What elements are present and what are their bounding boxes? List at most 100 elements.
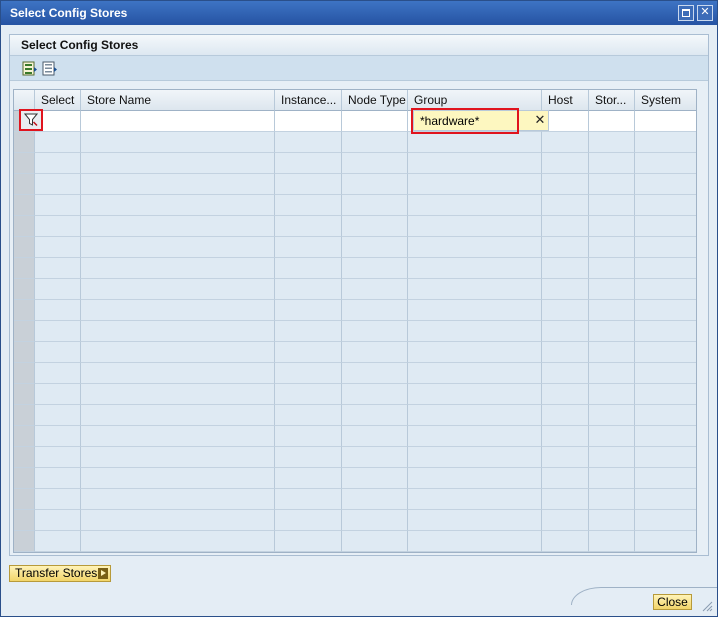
table-cell[interactable] (35, 195, 81, 216)
table-cell[interactable] (35, 153, 81, 174)
table-row[interactable] (14, 531, 696, 552)
table-cell[interactable] (35, 531, 81, 552)
table-cell[interactable] (635, 237, 696, 258)
table-cell[interactable] (342, 174, 408, 195)
table-cell[interactable] (542, 531, 589, 552)
row-selector[interactable] (14, 279, 35, 300)
table-cell[interactable] (81, 468, 275, 489)
table-cell[interactable] (81, 153, 275, 174)
table-cell[interactable] (542, 447, 589, 468)
table-cell[interactable] (81, 384, 275, 405)
table-cell[interactable] (81, 258, 275, 279)
table-row[interactable] (14, 426, 696, 447)
table-cell[interactable] (81, 174, 275, 195)
table-cell[interactable] (542, 510, 589, 531)
table-cell[interactable] (408, 468, 542, 489)
table-row[interactable] (14, 174, 696, 195)
column-header-instance[interactable]: Instance... (275, 90, 342, 111)
deselect-all-icon[interactable] (42, 61, 58, 76)
table-cell[interactable] (35, 363, 81, 384)
table-cell[interactable] (589, 531, 635, 552)
table-cell[interactable] (342, 237, 408, 258)
table-cell[interactable] (542, 468, 589, 489)
row-selector[interactable] (14, 216, 35, 237)
row-selector[interactable] (14, 447, 35, 468)
table-cell[interactable] (342, 531, 408, 552)
table-cell[interactable] (408, 342, 542, 363)
table-cell[interactable] (589, 426, 635, 447)
table-cell[interactable] (275, 468, 342, 489)
table-cell[interactable] (408, 510, 542, 531)
table-cell[interactable] (635, 468, 696, 489)
table-row[interactable] (14, 384, 696, 405)
table-cell[interactable] (81, 447, 275, 468)
table-row[interactable] (14, 216, 696, 237)
column-header-store[interactable]: Stor... (589, 90, 635, 111)
table-cell[interactable] (275, 489, 342, 510)
table-cell[interactable] (81, 195, 275, 216)
table-cell[interactable] (542, 237, 589, 258)
filter-store-name[interactable] (81, 111, 275, 132)
table-cell[interactable] (542, 258, 589, 279)
row-selector[interactable] (14, 174, 35, 195)
table-cell[interactable] (275, 216, 342, 237)
table-cell[interactable] (542, 342, 589, 363)
table-cell[interactable] (589, 174, 635, 195)
table-cell[interactable] (542, 321, 589, 342)
table-cell[interactable] (81, 300, 275, 321)
table-cell[interactable] (81, 279, 275, 300)
row-selector[interactable] (14, 258, 35, 279)
table-cell[interactable] (589, 153, 635, 174)
filter-system[interactable] (635, 111, 696, 132)
clear-filter-icon[interactable]: ✕ (533, 111, 547, 129)
table-cell[interactable] (408, 489, 542, 510)
table-cell[interactable] (35, 405, 81, 426)
table-cell[interactable] (35, 300, 81, 321)
table-cell[interactable] (275, 132, 342, 153)
table-row[interactable] (14, 132, 696, 153)
transfer-stores-button[interactable]: Transfer Stores (9, 565, 111, 582)
column-header-host[interactable]: Host (542, 90, 589, 111)
table-cell[interactable] (342, 153, 408, 174)
maximize-icon[interactable] (678, 5, 694, 21)
table-cell[interactable] (635, 531, 696, 552)
table-cell[interactable] (342, 384, 408, 405)
table-row[interactable] (14, 279, 696, 300)
row-selector[interactable] (14, 342, 35, 363)
table-cell[interactable] (342, 216, 408, 237)
table-cell[interactable] (35, 489, 81, 510)
row-selector[interactable] (14, 237, 35, 258)
table-cell[interactable] (635, 174, 696, 195)
table-cell[interactable] (275, 279, 342, 300)
table-cell[interactable] (35, 384, 81, 405)
table-cell[interactable] (35, 426, 81, 447)
table-cell[interactable] (589, 237, 635, 258)
table-row[interactable] (14, 195, 696, 216)
table-cell[interactable] (635, 216, 696, 237)
table-cell[interactable] (635, 342, 696, 363)
table-cell[interactable] (635, 426, 696, 447)
table-cell[interactable] (542, 489, 589, 510)
table-cell[interactable] (408, 174, 542, 195)
row-selector[interactable] (14, 321, 35, 342)
table-cell[interactable] (35, 510, 81, 531)
row-selector[interactable] (14, 489, 35, 510)
table-cell[interactable] (542, 426, 589, 447)
table-cell[interactable] (542, 384, 589, 405)
table-cell[interactable] (408, 279, 542, 300)
table-cell[interactable] (635, 153, 696, 174)
close-icon[interactable]: ✕ (697, 5, 713, 21)
column-header-node-type[interactable]: Node Type (342, 90, 408, 111)
table-cell[interactable] (81, 510, 275, 531)
table-cell[interactable] (408, 300, 542, 321)
table-cell[interactable] (35, 447, 81, 468)
table-row[interactable] (14, 153, 696, 174)
table-cell[interactable] (635, 405, 696, 426)
table-cell[interactable] (81, 531, 275, 552)
table-cell[interactable] (275, 321, 342, 342)
table-cell[interactable] (635, 132, 696, 153)
table-cell[interactable] (408, 132, 542, 153)
table-row[interactable] (14, 300, 696, 321)
table-cell[interactable] (589, 468, 635, 489)
filter-host[interactable] (542, 111, 589, 132)
